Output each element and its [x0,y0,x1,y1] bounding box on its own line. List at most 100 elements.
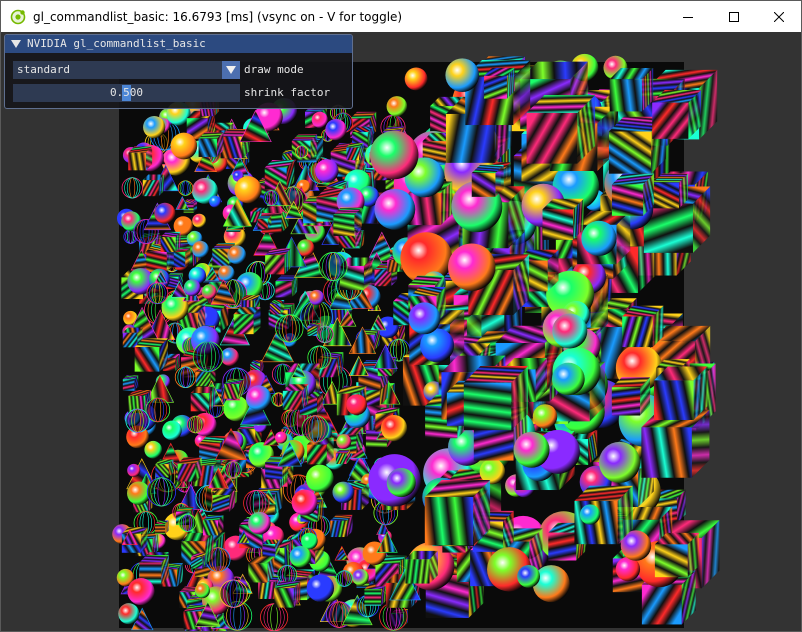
cube-object [190,386,216,412]
draw-mode-dropdown-button[interactable] [222,61,240,79]
cube-object [269,299,285,315]
shrink-factor-slider[interactable]: 0.500 [13,84,240,102]
sphere-object [220,347,240,366]
cube-object [198,132,224,157]
cube-object [463,366,528,431]
cube-object [654,532,700,578]
sphere-object [579,504,601,525]
wireframe-object [174,366,197,389]
sphere-object [404,67,428,91]
sphere-object [551,362,585,396]
sphere-object [144,440,163,459]
wireframe-object [146,477,177,507]
triangle-down-icon[interactable] [11,40,21,48]
window-title: gl_commandlist_basic: 16.6793 [ms] (vsyn… [33,9,403,24]
cube-object [405,550,439,584]
cube-object [611,377,651,416]
sphere-object [201,284,217,300]
render-viewport[interactable]: NVIDIA gl_commandlist_basic standard dra… [1,32,801,631]
sphere-object [315,159,339,183]
draw-mode-combo[interactable]: standard [13,61,240,79]
sphere-object [162,420,182,441]
title-bar[interactable]: gl_commandlist_basic: 16.6793 [ms] (vsyn… [1,1,801,32]
wireframe-object [219,579,248,608]
sphere-object [305,464,334,493]
minimize-icon [683,16,693,18]
sphere-object [306,574,335,602]
sphere-object [192,213,207,228]
sphere-object [336,434,352,450]
cube-object [335,449,351,464]
cube-object [265,248,292,275]
sphere-object [532,404,558,429]
close-button[interactable] [756,1,801,32]
cube-object [330,514,353,538]
wireframe-object [295,145,309,159]
sphere-object [325,118,347,141]
sphere-object [380,415,408,442]
cube-object [609,67,654,112]
sphere-object [194,583,210,599]
sphere-object [118,603,140,625]
panel-title: NVIDIA gl_commandlist_basic [27,37,206,50]
wireframe-object [121,177,143,199]
wireframe-object [125,408,150,433]
sphere-object [352,568,369,586]
sphere-object [289,545,312,568]
cube-object [346,143,364,161]
sphere-object [209,195,221,208]
wireframe-object [277,564,298,585]
sphere-object [308,289,325,306]
sphere-object [448,243,496,291]
cube-object [257,215,272,230]
cube-object [177,457,202,482]
settings-panel: NVIDIA gl_commandlist_basic standard dra… [4,34,353,109]
wireframe-object [146,282,169,305]
cube-object [128,146,153,171]
sphere-object [234,176,262,204]
maximize-icon [729,11,739,22]
wireframe-object [301,415,329,443]
wireframe-object [192,341,224,372]
sphere-object [369,130,419,180]
cube-object [652,89,702,139]
cube-object [282,384,309,410]
sphere-object [552,313,588,349]
wireframe-object [275,314,304,343]
panel-title-bar[interactable]: NVIDIA gl_commandlist_basic [5,35,352,53]
minimize-button[interactable] [665,1,711,32]
cube-object [248,556,275,583]
cube-object [202,514,224,536]
wireframe-object [318,252,348,282]
wireframe-object [224,461,242,479]
sphere-object [408,302,441,335]
cube-object [653,366,708,420]
maximize-button[interactable] [711,1,757,32]
sphere-object [143,115,166,139]
sphere-object [227,245,247,265]
triangle-down-icon [226,66,236,74]
sphere-object [386,96,408,117]
shrink-factor-label: shrink factor [244,86,331,99]
cube-object [611,173,655,216]
sphere-object [192,240,209,258]
sphere-object [248,511,271,535]
sphere-object [127,578,155,606]
cube-object [122,375,139,391]
wireframe-object [177,180,194,196]
cube-object [142,174,165,197]
sphere-object [581,220,617,257]
cube-object [484,67,515,99]
sphere-object [445,58,480,92]
sphere-object [517,564,541,588]
sphere-object [386,468,416,498]
cube-object [542,198,584,240]
sphere-object [183,279,201,297]
cube-object [307,323,321,336]
sphere-object [170,132,198,160]
cube-object [262,539,280,557]
sphere-object [346,394,368,416]
cube-object [424,480,491,546]
wireframe-object [243,489,270,517]
sphere-object [154,202,176,224]
